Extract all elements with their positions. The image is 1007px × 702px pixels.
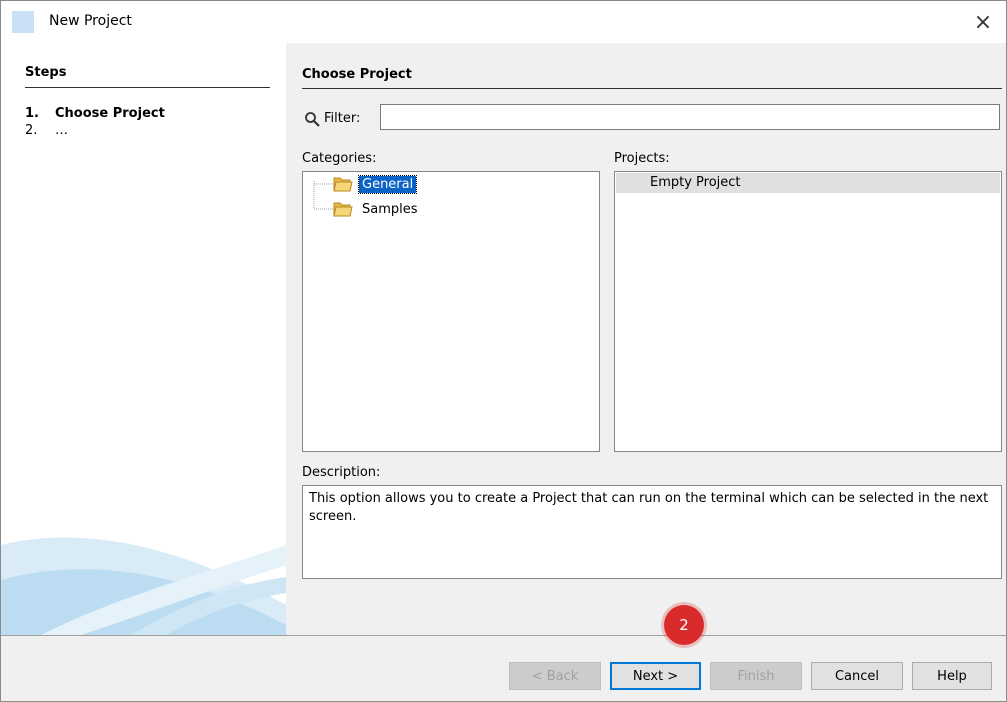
steps-pane: Steps 1. Choose Project 2. … (1, 43, 286, 635)
title-divider (302, 88, 1002, 89)
filter-input[interactable] (380, 104, 1000, 130)
page-title: Choose Project (302, 67, 412, 82)
step-number: 1. (25, 106, 39, 121)
close-button[interactable]: × (960, 1, 1006, 43)
app-icon (12, 11, 34, 33)
decorative-swoosh-graphic (1, 537, 286, 635)
title-bar: New Project × (1, 1, 1006, 43)
categories-tree[interactable]: General Samples (302, 171, 600, 452)
description-label: Description: (302, 465, 381, 480)
new-project-dialog: New Project × Steps 1. Choose Project 2. …… (0, 0, 1007, 702)
step-label: … (55, 123, 68, 138)
main-pane: Choose Project Filter: Categories: Proje… (286, 43, 1006, 635)
list-item[interactable]: Empty Project (616, 173, 1000, 193)
step-label: Choose Project (55, 106, 165, 121)
list-item-label: Empty Project (650, 175, 741, 190)
cancel-button[interactable]: Cancel (811, 662, 903, 690)
search-icon (305, 112, 320, 127)
categories-label: Categories: (302, 151, 377, 166)
help-button[interactable]: Help (912, 662, 992, 690)
tree-item-samples[interactable]: Samples (333, 199, 421, 219)
step-number: 2. (25, 123, 38, 138)
back-button[interactable]: < Back (509, 662, 601, 690)
button-bar: < Back Next > Finish Cancel Help (1, 635, 1006, 701)
folder-icon (333, 202, 353, 217)
steps-divider (25, 87, 270, 88)
next-button[interactable]: Next > (610, 662, 701, 690)
window-title: New Project (49, 13, 132, 29)
step-item: 1. Choose Project (25, 106, 165, 121)
finish-button[interactable]: Finish (710, 662, 802, 690)
tree-item-label: Samples (362, 201, 418, 217)
projects-label: Projects: (614, 151, 670, 166)
tree-item-label: General (357, 174, 418, 194)
steps-header: Steps (25, 65, 67, 80)
step-item: 2. … (25, 123, 68, 138)
step-annotation-badge: 2 (664, 605, 704, 645)
filter-label: Filter: (324, 111, 361, 126)
description-text: This option allows you to create a Proje… (302, 485, 1002, 579)
projects-list[interactable]: Empty Project (614, 171, 1002, 452)
folder-icon (333, 177, 353, 192)
tree-connector-lines (313, 181, 333, 210)
tree-item-general[interactable]: General (333, 174, 418, 194)
